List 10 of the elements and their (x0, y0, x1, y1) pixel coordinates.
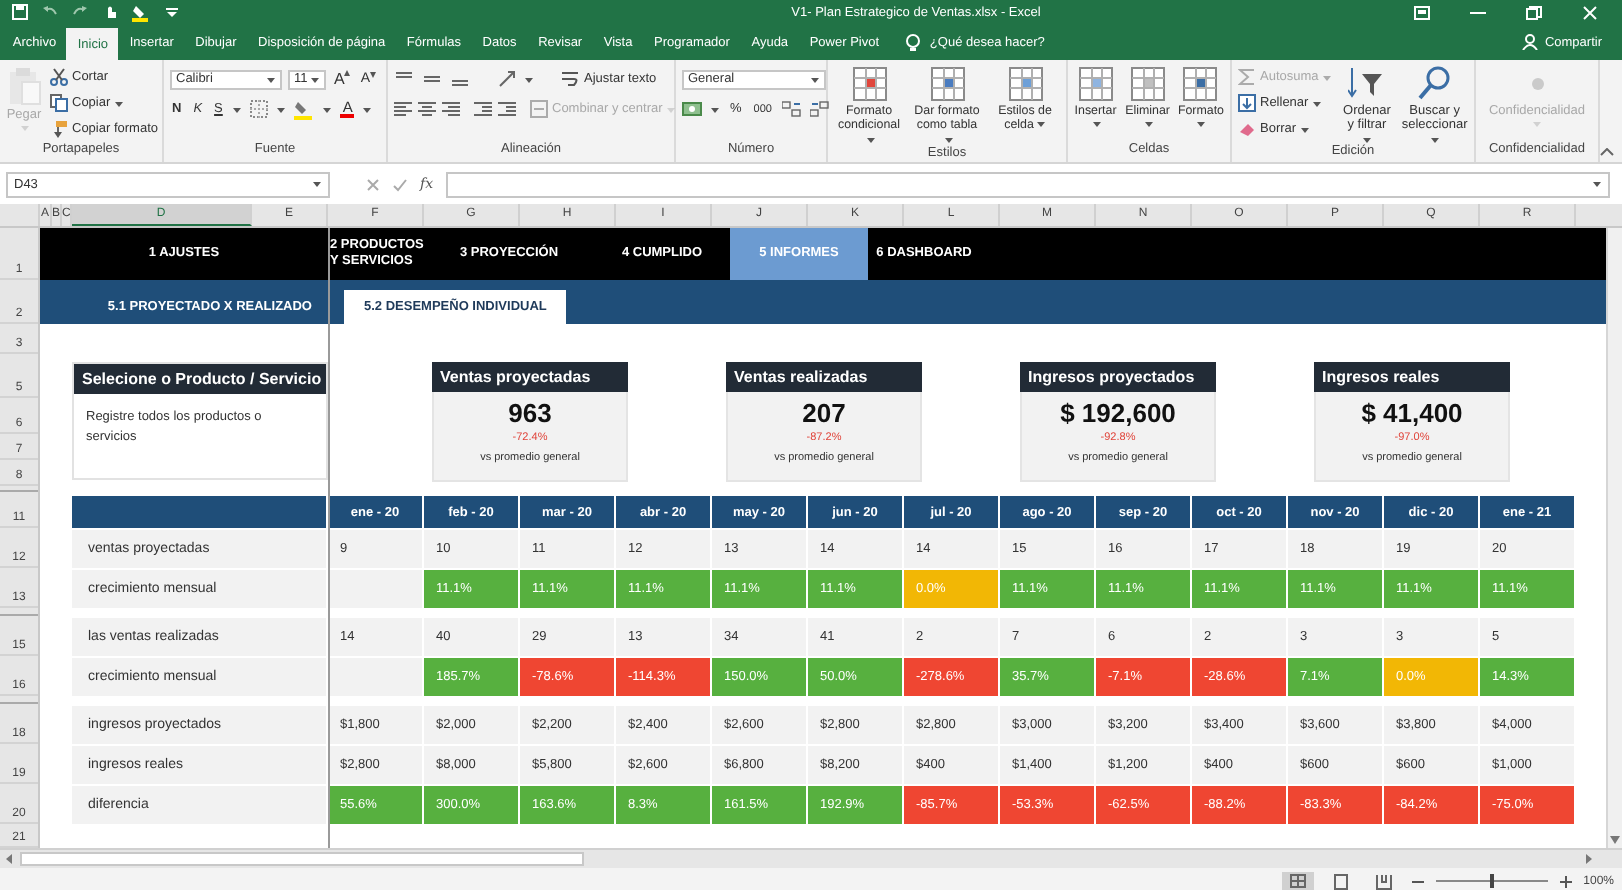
kpi-value: 963 (508, 398, 552, 428)
card-title: Ventas proyectadas (432, 362, 628, 392)
card-title: Ingresos reales (1314, 362, 1510, 392)
card-title: Selecione o Producto / Servicio (74, 364, 326, 394)
card-title: Ingresos proyectados (1020, 362, 1216, 392)
kpi-value: $ 192,600 (1060, 398, 1176, 428)
card-title: Ventas realizadas (726, 362, 922, 392)
kpi-value: 207 (802, 398, 846, 428)
kpi-value: $ 41,400 (1361, 398, 1463, 428)
grow-font-button[interactable]: A (332, 70, 353, 88)
